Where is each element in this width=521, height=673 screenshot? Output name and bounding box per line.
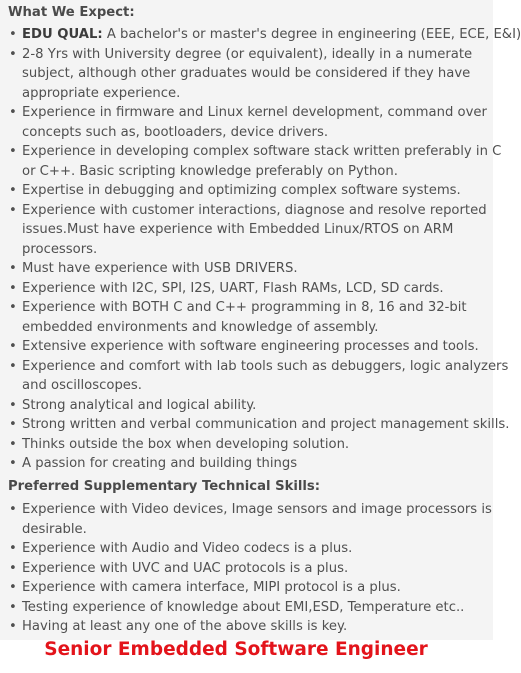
list-item: • Experience with I2C, SPI, I2S, UART, Fl… xyxy=(0,279,493,299)
bullet-icon: • xyxy=(9,280,17,296)
item-text: Experience and comfort with lab tools su… xyxy=(22,358,509,374)
item-text: Experience with Video devices, Image sen… xyxy=(22,502,492,517)
list-item: • Experience in firmware and Linux kernel… xyxy=(0,103,493,142)
item-text: processors. xyxy=(22,241,98,257)
bullet-icon: • xyxy=(9,436,17,452)
item-text: and oscilloscopes. xyxy=(22,378,142,393)
bullet-icon: • xyxy=(9,358,17,374)
list-item: • Thinks outside the box when developing … xyxy=(0,435,493,455)
item-text: Experience with customer interactions, d… xyxy=(22,202,487,218)
bullet-icon: • xyxy=(9,417,17,432)
bullet-icon: • xyxy=(9,560,17,576)
item-label: EDU QUAL: xyxy=(22,27,103,42)
list-item: • A passion for creating and building thi… xyxy=(0,454,493,474)
job-title: Senior Embedded Software Engineer xyxy=(44,639,428,660)
item-text: subject, although other graduates would … xyxy=(22,66,471,81)
list-item: • Testing experience of knowledge about E… xyxy=(0,598,493,618)
bullet-icon: • xyxy=(9,183,17,198)
item-text: A bachelor's or master's degree in engin… xyxy=(102,27,521,42)
item-text: Testing experience of knowledge about EM… xyxy=(22,599,465,615)
list-item: • Experience with BOTH C and C++ programm… xyxy=(0,298,493,337)
bullet-icon: • xyxy=(9,27,17,42)
bullet-icon: • xyxy=(9,339,17,354)
bullet-icon: • xyxy=(9,46,17,62)
list-item: • Expertise in debugging and optimizing c… xyxy=(0,181,493,201)
item-text: 2-8 Yrs with University degree (or equiv… xyxy=(22,46,473,62)
section-heading-expect: What We Expect: xyxy=(8,5,135,20)
bullet-icon: • xyxy=(9,397,17,413)
item-text: Experience with I2C, SPI, I2S, UART, Fla… xyxy=(22,280,444,296)
list-item: • Experience with UVC and UAC protocols i… xyxy=(0,559,493,579)
list-item: • Having at least any one of the above sk… xyxy=(0,617,493,637)
list-item: • Strong analytical and logical ability. xyxy=(0,396,493,416)
item-text: Experience with camera interface, MIPI p… xyxy=(22,580,401,595)
section-heading-preferred: Preferred Supplementary Technical Skills… xyxy=(8,479,321,494)
bullet-icon: • xyxy=(9,456,17,471)
item-text: Experience with UVC and UAC protocols is… xyxy=(22,560,349,576)
item-text: Experience in firmware and Linux kernel … xyxy=(22,105,487,120)
item-text: Experience with Audio and Video codecs i… xyxy=(22,541,353,556)
list-item: • EDU QUAL: A bachelor's or master's degr… xyxy=(0,25,521,45)
list-item: • Experience and comfort with lab tools s… xyxy=(0,357,508,396)
bullet-icon: • xyxy=(9,144,17,159)
item-text: desirable. xyxy=(22,521,87,537)
list-item: • Experience with Video devices, Image se… xyxy=(0,500,493,539)
bullet-icon: • xyxy=(9,502,17,517)
item-text: Having at least any one of the above ski… xyxy=(22,619,348,634)
list-item: • Strong written and verbal communication… xyxy=(0,415,509,435)
item-text: concepts such as, bootloaders, device dr… xyxy=(22,124,329,140)
item-text: Strong written and verbal communication … xyxy=(22,417,510,432)
list-item: • Experience in developing complex softwa… xyxy=(0,142,501,181)
item-text: issues.Must have experience with Embedde… xyxy=(22,222,454,237)
item-text: Expertise in debugging and optimizing co… xyxy=(22,183,461,198)
item-text: Thinks outside the box when developing s… xyxy=(22,436,350,452)
bullet-icon: • xyxy=(9,619,17,634)
bullet-icon: • xyxy=(9,599,17,615)
list-item: • Experience with camera interface, MIPI … xyxy=(0,578,493,598)
item-text: Experience with BOTH C and C++ programmi… xyxy=(22,300,467,315)
list-item: • Experience with customer interactions, … xyxy=(0,201,493,260)
item-text: Extensive experience with software engin… xyxy=(22,339,479,354)
bullet-icon: • xyxy=(9,580,17,595)
bullet-icon: • xyxy=(9,300,17,315)
item-text: or C++. Basic scripting knowledge prefer… xyxy=(22,163,398,179)
list-item: • 2-8 Yrs with University degree (or equi… xyxy=(0,45,493,104)
requirements-panel: What We Expect: • EDU QUAL: A bachelor's … xyxy=(0,0,521,640)
list-item: • Must have experience with USB DRIVERS. xyxy=(0,259,493,279)
preferred-list: • Experience with Video devices, Image se… xyxy=(0,500,493,637)
bullet-icon: • xyxy=(9,541,17,556)
item-text: A passion for creating and building thin… xyxy=(22,456,298,471)
item-text: appropriate experience. xyxy=(22,85,181,101)
bullet-icon: • xyxy=(9,261,17,276)
item-text: Strong analytical and logical ability. xyxy=(22,397,257,413)
bullet-icon: • xyxy=(9,105,17,120)
bullet-icon: • xyxy=(9,202,17,218)
item-text: Experience in developing complex softwar… xyxy=(22,144,502,159)
list-item: • Experience with Audio and Video codecs … xyxy=(0,539,493,559)
expect-list: • EDU QUAL: A bachelor's or master's degr… xyxy=(0,25,521,474)
item-text: Must have experience with USB DRIVERS. xyxy=(22,261,298,276)
item-text: embedded environments and knowledge of a… xyxy=(22,319,379,335)
job-posting-image: What We Expect: • EDU QUAL: A bachelor's … xyxy=(0,0,521,673)
list-item: • Extensive experience with software engi… xyxy=(0,337,493,357)
